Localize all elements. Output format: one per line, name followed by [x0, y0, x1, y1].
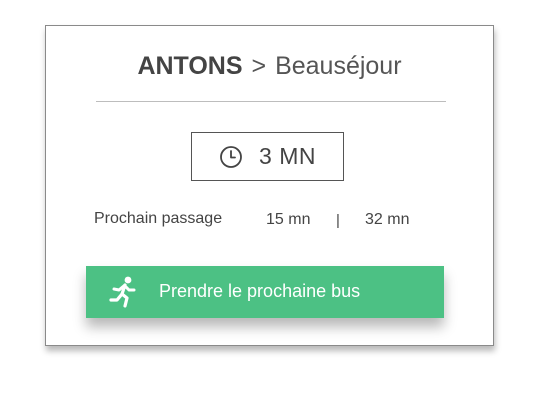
- route-separator: >: [251, 52, 267, 80]
- next-passage-time-2: 32 mn: [365, 211, 410, 228]
- next-passage-separator: |: [336, 212, 340, 229]
- take-next-bus-button[interactable]: Prendre le prochaine bus: [86, 266, 444, 318]
- take-next-bus-label: Prendre le prochaine bus: [159, 281, 361, 301]
- route-title: ANTONS > Beauséjour: [46, 52, 493, 81]
- wait-time-value: 3 MN: [259, 143, 316, 169]
- next-passage-time-1: 15 mn: [266, 211, 311, 228]
- route-origin: ANTONS: [137, 52, 243, 80]
- divider: [96, 101, 446, 102]
- bus-card: ANTONS > Beauséjour 3 MN Prochain passag…: [45, 25, 494, 346]
- next-passage-label: Prochain passage: [94, 210, 223, 227]
- next-passage-row: Prochain passage 15 mn | 32 mn: [94, 210, 434, 232]
- clock-icon: [220, 145, 242, 168]
- page: ANTONS > Beauséjour 3 MN Prochain passag…: [0, 0, 540, 400]
- wait-time-box: 3 MN: [191, 132, 344, 181]
- running-person-icon: [109, 276, 136, 308]
- route-destination: Beauséjour: [275, 52, 402, 80]
